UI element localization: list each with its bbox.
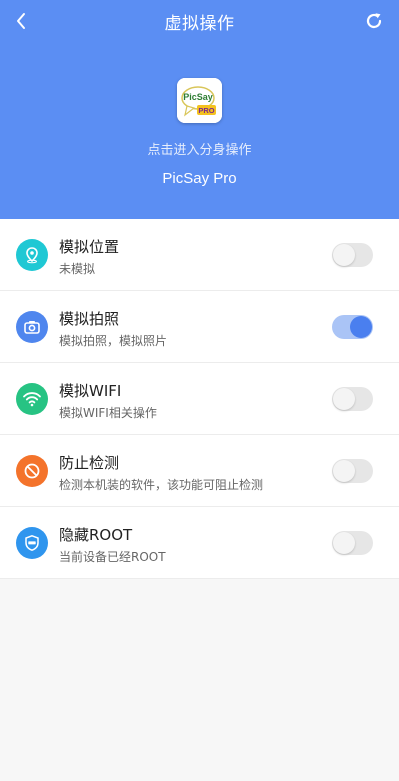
setting-title: 隐藏ROOT: [59, 526, 133, 544]
setting-subtitle: 未模拟: [59, 262, 96, 276]
toggle-knob: [350, 316, 372, 338]
camera-icon: [16, 311, 48, 343]
location-toggle[interactable]: [332, 243, 373, 267]
toggle-knob: [333, 460, 355, 482]
toggle-knob: [333, 244, 355, 266]
top-bar: 虚拟操作: [0, 0, 399, 44]
setting-subtitle: 检测本机装的软件，该功能可阻止检测: [59, 478, 264, 492]
setting-subtitle: 模拟拍照，模拟照片: [59, 334, 168, 348]
refresh-button[interactable]: [361, 8, 387, 34]
location-pin-icon: [16, 239, 48, 271]
toggle-knob: [333, 532, 355, 554]
camera-toggle[interactable]: [332, 315, 373, 339]
app-header: 虚拟操作 PicSay PRO 点击进入分身操作 PicSay Pro: [0, 0, 399, 219]
picsay-logo-icon: PicSay PRO: [177, 78, 222, 123]
setting-subtitle: 模拟WIFI相关操作: [59, 406, 157, 420]
setting-title: 模拟拍照: [59, 310, 120, 328]
anti-detect-toggle[interactable]: [332, 459, 373, 483]
clone-hint[interactable]: 点击进入分身操作: [0, 139, 399, 158]
app-icon[interactable]: PicSay PRO: [177, 78, 222, 123]
shield-icon: [16, 527, 48, 559]
page-title: 虚拟操作: [164, 14, 235, 34]
setting-title: 防止检测: [59, 454, 120, 472]
setting-subtitle: 当前设备已经ROOT: [59, 550, 166, 564]
wifi-toggle[interactable]: [332, 387, 373, 411]
svg-text:PicSay: PicSay: [183, 92, 213, 102]
setting-title: 模拟WIFI: [59, 382, 122, 400]
setting-row-camera[interactable]: 模拟拍照 模拟拍照，模拟照片: [0, 291, 399, 363]
toggle-knob: [333, 388, 355, 410]
settings-list: 模拟位置 未模拟 模拟拍照 模拟拍照，模拟照片 模拟WIFI 模拟WIFI相关操…: [0, 219, 399, 579]
block-icon: [16, 455, 48, 487]
refresh-icon: [366, 13, 382, 29]
setting-row-location[interactable]: 模拟位置 未模拟: [0, 219, 399, 291]
setting-row-anti-detect[interactable]: 防止检测 检测本机装的软件，该功能可阻止检测: [0, 435, 399, 507]
hide-root-toggle[interactable]: [332, 531, 373, 555]
wifi-icon: [16, 383, 48, 415]
svg-text:PRO: PRO: [198, 106, 214, 115]
setting-row-hide-root[interactable]: 隐藏ROOT 当前设备已经ROOT: [0, 507, 399, 579]
app-name: PicSay Pro: [162, 170, 237, 187]
setting-title: 模拟位置: [59, 238, 120, 256]
setting-row-wifi[interactable]: 模拟WIFI 模拟WIFI相关操作: [0, 363, 399, 435]
